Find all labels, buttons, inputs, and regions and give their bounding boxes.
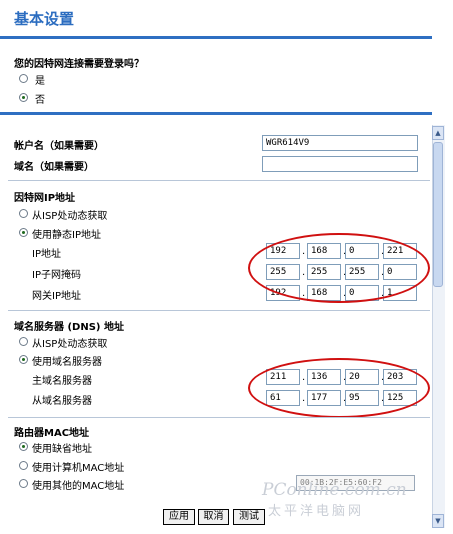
watermark-brand: PConline.com.cn — [262, 480, 407, 500]
dns-use-radio[interactable] — [19, 355, 28, 364]
mac-computer-label: 使用计算机MAC地址 — [32, 463, 125, 474]
domain-name-input[interactable] — [262, 156, 418, 172]
dns-dynamic-radio[interactable] — [19, 337, 28, 346]
title-divider — [0, 36, 432, 39]
dns-dynamic-label: 从ISP处动态获取 — [32, 339, 108, 350]
login-no-radio[interactable] — [19, 93, 28, 102]
mac-section-title: 路由器MAC地址 — [14, 428, 90, 439]
ip-static-radio[interactable] — [19, 228, 28, 237]
primary-dns-label: 主域名服务器 — [32, 376, 92, 387]
test-button[interactable]: 测试 — [233, 509, 265, 525]
page-title: 基本设置 — [14, 10, 75, 28]
section-divider — [0, 112, 432, 115]
ip-address-label: IP地址 — [32, 249, 61, 260]
watermark-cn: 太平洋电脑网 — [268, 504, 365, 519]
login-question: 您的因特网连接需要登录吗？ — [14, 59, 144, 70]
ip-dynamic-radio[interactable] — [19, 209, 28, 218]
dns-section-title: 域名服务器 (DNS) 地址 — [14, 322, 124, 333]
login-yes-radio[interactable] — [19, 74, 28, 83]
domain-label: 域名（如果需要） — [14, 162, 94, 173]
mac-other-radio[interactable] — [19, 479, 28, 488]
ip-dynamic-label: 从ISP处动态获取 — [32, 211, 108, 222]
divider — [8, 180, 430, 181]
scroll-thumb[interactable] — [433, 142, 443, 287]
mac-default-label: 使用缺省地址 — [32, 444, 92, 455]
divider — [8, 310, 430, 311]
mac-computer-radio[interactable] — [19, 461, 28, 470]
mac-default-radio[interactable] — [19, 442, 28, 451]
secondary-dns-label: 从域名服务器 — [32, 396, 92, 407]
account-label: 帐户名（如果需要） — [14, 141, 104, 152]
apply-button[interactable]: 应用 — [163, 509, 195, 525]
mac-other-label: 使用其他的MAC地址 — [32, 481, 125, 492]
annotation-ellipse — [248, 358, 430, 418]
dns-use-label: 使用域名服务器 — [32, 357, 102, 368]
login-no-label: 否 — [35, 95, 45, 106]
cancel-button[interactable]: 取消 — [198, 509, 229, 525]
ip-static-label: 使用静态IP地址 — [32, 230, 101, 241]
gateway-label: 网关IP地址 — [32, 291, 81, 302]
account-name-input[interactable]: WGR614V9 — [262, 135, 418, 151]
subnet-mask-label: IP子网掩码 — [32, 270, 81, 281]
divider — [8, 417, 430, 418]
annotation-ellipse — [248, 233, 430, 303]
scroll-up-button[interactable]: ▲ — [432, 126, 444, 140]
scroll-down-button[interactable]: ▼ — [432, 514, 444, 528]
login-yes-label: 是 — [35, 76, 45, 87]
ip-section-title: 因特网IP地址 — [14, 193, 76, 204]
